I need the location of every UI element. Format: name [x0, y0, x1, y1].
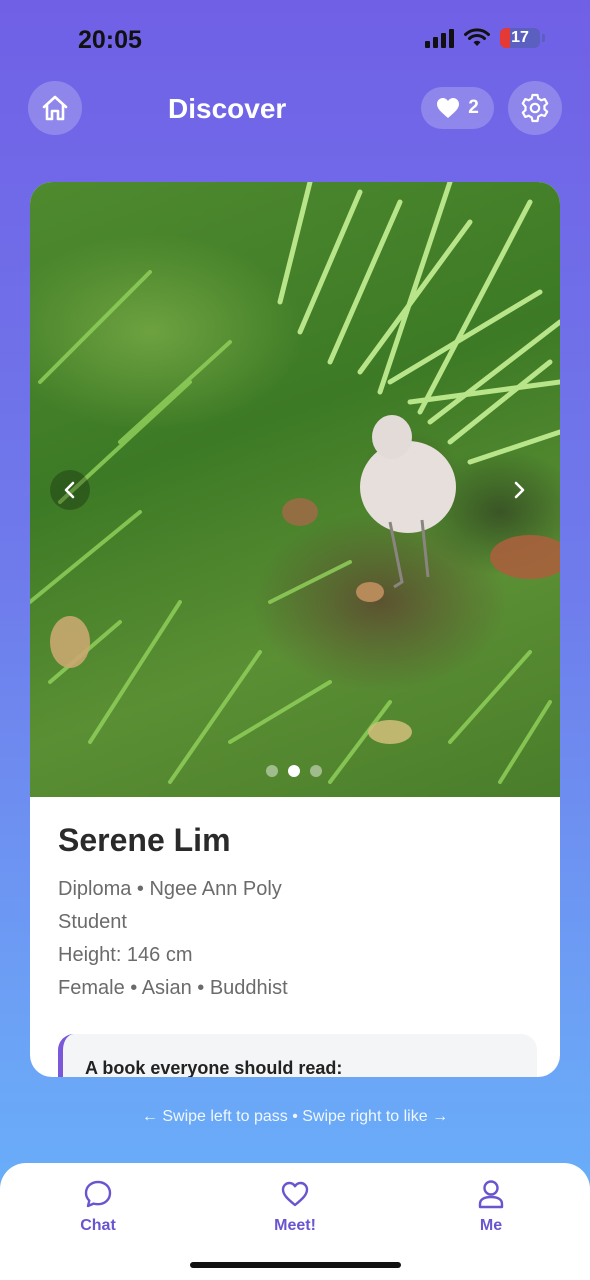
- tab-me-label: Me: [479, 1217, 503, 1234]
- tab-chat-label: Chat: [80, 1217, 116, 1234]
- profile-prompt: A book everyone should read:: [58, 1034, 537, 1077]
- profile-details: Female • Asian • Buddhist: [58, 977, 288, 999]
- photo-content: [30, 182, 560, 784]
- status-bar: 20:05 17: [0, 0, 590, 70]
- person-icon: [478, 1180, 504, 1209]
- photo-dot-active[interactable]: [288, 765, 300, 777]
- status-icons: 17: [425, 28, 545, 48]
- battery-indicator: 17: [500, 28, 545, 48]
- chevron-left-icon: [64, 481, 75, 499]
- profile-occupation: Student: [58, 911, 127, 933]
- likes-button[interactable]: 2: [421, 87, 494, 129]
- prompt-label: A book everyone should read:: [85, 1058, 343, 1077]
- page-title: Discover: [168, 93, 287, 124]
- wifi-icon: [464, 28, 490, 46]
- swipe-hint: ← Swipe left to pass • Swipe right to li…: [141, 1108, 449, 1125]
- cellular-signal-icon: [425, 28, 454, 48]
- tab-chat[interactable]: Chat: [38, 1177, 158, 1235]
- heart-icon: [437, 98, 460, 118]
- profile-photo[interactable]: [30, 182, 560, 797]
- profile-name: Serene Lim: [58, 822, 231, 858]
- home-indicator: [190, 1262, 401, 1268]
- profile-education: Diploma • Ngee Ann Poly: [58, 878, 282, 900]
- heart-outline-icon: [281, 1181, 309, 1207]
- photo-pagination: [266, 765, 322, 777]
- gear-icon: [521, 93, 549, 123]
- profile-info: Serene Lim Diploma • Ngee Ann Poly Stude…: [58, 822, 288, 1005]
- tab-meet[interactable]: Meet!: [235, 1177, 355, 1235]
- chat-bubble-icon: [84, 1180, 112, 1208]
- tab-me[interactable]: Me: [431, 1177, 551, 1235]
- profile-height: Height: 146 cm: [58, 944, 193, 966]
- chevron-right-icon: [514, 481, 525, 499]
- status-time: 20:05: [78, 26, 142, 54]
- settings-button[interactable]: [508, 81, 562, 135]
- home-button[interactable]: [28, 81, 82, 135]
- previous-photo-button[interactable]: [50, 470, 90, 510]
- photo-dot[interactable]: [266, 765, 278, 777]
- home-icon: [42, 95, 68, 121]
- profile-card[interactable]: Serene Lim Diploma • Ngee Ann Poly Stude…: [30, 182, 560, 1077]
- tab-meet-label: Meet!: [274, 1217, 316, 1234]
- likes-count: 2: [468, 97, 479, 118]
- next-photo-button[interactable]: [499, 470, 539, 510]
- photo-dot[interactable]: [310, 765, 322, 777]
